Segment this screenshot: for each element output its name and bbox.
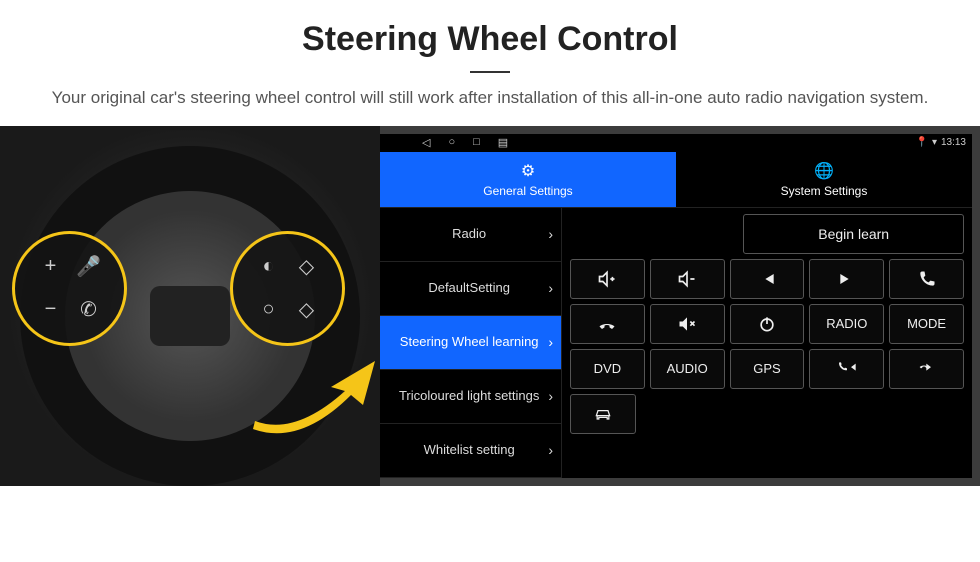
menu-item-default-setting[interactable]: DefaultSetting › (380, 262, 562, 316)
wheel-buttons-left-highlight: + 🎤 − ✆ (12, 231, 127, 346)
radio-button[interactable]: RADIO (809, 304, 884, 344)
menu-label: DefaultSetting (390, 280, 548, 296)
car-button[interactable] (570, 394, 636, 434)
menu-item-whitelist[interactable]: Whitelist setting › (380, 424, 562, 478)
tab-system-settings[interactable]: 🌐 System Settings (676, 152, 972, 208)
clock-text: 13:13 (941, 137, 966, 148)
back-icon[interactable]: ◁ (422, 136, 430, 149)
wheel-src-icon: ◐ (250, 248, 288, 286)
tab-general-settings[interactable]: ⚙ General Settings (380, 152, 676, 208)
android-nav-icons: ◁ ○ □ ▤ (422, 136, 508, 149)
button-label: DVD (594, 361, 621, 376)
recent-icon[interactable]: □ (473, 136, 480, 149)
wheel-phone-icon: ✆ (70, 290, 108, 328)
chevron-right-icon: › (548, 442, 553, 458)
begin-learn-button[interactable]: Begin learn (743, 214, 964, 254)
tab-label: General Settings (483, 184, 572, 198)
chevron-right-icon: › (548, 388, 553, 404)
phone-prev-button[interactable] (809, 349, 884, 389)
button-label: MODE (907, 316, 946, 331)
volume-up-button[interactable] (570, 259, 645, 299)
mode-button[interactable]: MODE (889, 304, 964, 344)
settings-body: Radio › DefaultSetting › Steering Wheel … (380, 208, 972, 478)
call-hangup-button[interactable] (570, 304, 645, 344)
device-screen: ◁ ○ □ ▤ 📍 ▾ 13:13 ⚙ General Settings 🌐 S… (380, 126, 980, 486)
learning-panel: Begin learn RADIO MODE DVD AUDIO (562, 208, 972, 478)
settings-tabs: ⚙ General Settings 🌐 System Settings (380, 152, 972, 208)
menu-item-steering-wheel-learning[interactable]: Steering Wheel learning › (380, 316, 562, 370)
wheel-minus-icon: − (32, 290, 70, 328)
chevron-right-icon: › (548, 334, 553, 350)
wheel-voice-icon: 🎤 (70, 248, 108, 286)
wifi-icon: ▾ (932, 137, 937, 148)
menu-label: Whitelist setting (390, 442, 548, 458)
page-header: Steering Wheel Control Your original car… (0, 0, 980, 126)
audio-button[interactable]: AUDIO (650, 349, 725, 389)
wheel-cycle-icon: ○ (250, 290, 288, 328)
menu-label: Tricoloured light settings (390, 388, 548, 404)
android-status-bar: ◁ ○ □ ▤ 📍 ▾ 13:13 (380, 134, 972, 152)
chevron-right-icon: › (548, 280, 553, 296)
menu-item-radio[interactable]: Radio › (380, 208, 562, 262)
phone-next-button[interactable] (889, 349, 964, 389)
power-button[interactable] (730, 304, 805, 344)
function-grid: RADIO MODE DVD AUDIO GPS (570, 259, 964, 389)
call-answer-button[interactable] (889, 259, 964, 299)
location-icon: 📍 (915, 137, 927, 148)
button-label: Begin learn (818, 226, 889, 242)
dvd-button[interactable]: DVD (570, 349, 645, 389)
steering-wheel-photo: + 🎤 − ✆ ◐ ◇ ○ ◇ (0, 126, 380, 486)
menu-label: Radio (390, 226, 548, 242)
wheel-plus-icon: + (32, 248, 70, 286)
button-label: RADIO (826, 316, 867, 331)
prev-track-button[interactable] (730, 259, 805, 299)
home-icon[interactable]: ○ (448, 136, 455, 149)
gps-button[interactable]: GPS (730, 349, 805, 389)
gear-icon: ⚙ (521, 161, 535, 181)
globe-icon: 🌐 (814, 161, 834, 181)
title-divider (470, 71, 510, 73)
menu-label: Steering Wheel learning (390, 334, 548, 350)
wheel-buttons-right-highlight: ◐ ◇ ○ ◇ (230, 231, 345, 346)
next-track-button[interactable] (809, 259, 884, 299)
mute-button[interactable] (650, 304, 725, 344)
button-label: GPS (753, 361, 780, 376)
page-title: Steering Wheel Control (40, 20, 940, 59)
volume-down-button[interactable] (650, 259, 725, 299)
tab-label: System Settings (781, 184, 868, 198)
chevron-right-icon: › (548, 226, 553, 242)
content-row: + 🎤 − ✆ ◐ ◇ ○ ◇ ◁ ○ □ ▤ 📍 ▾ (0, 126, 980, 486)
wheel-up-icon: ◇ (288, 248, 326, 286)
screenshot-icon[interactable]: ▤ (498, 136, 508, 149)
wheel-hub (150, 286, 230, 346)
wheel-down-icon: ◇ (288, 290, 326, 328)
settings-side-menu: Radio › DefaultSetting › Steering Wheel … (380, 208, 562, 478)
button-label: AUDIO (667, 361, 708, 376)
page-subtitle: Your original car's steering wheel contr… (40, 85, 940, 111)
menu-item-tricoloured-light[interactable]: Tricoloured light settings › (380, 370, 562, 424)
